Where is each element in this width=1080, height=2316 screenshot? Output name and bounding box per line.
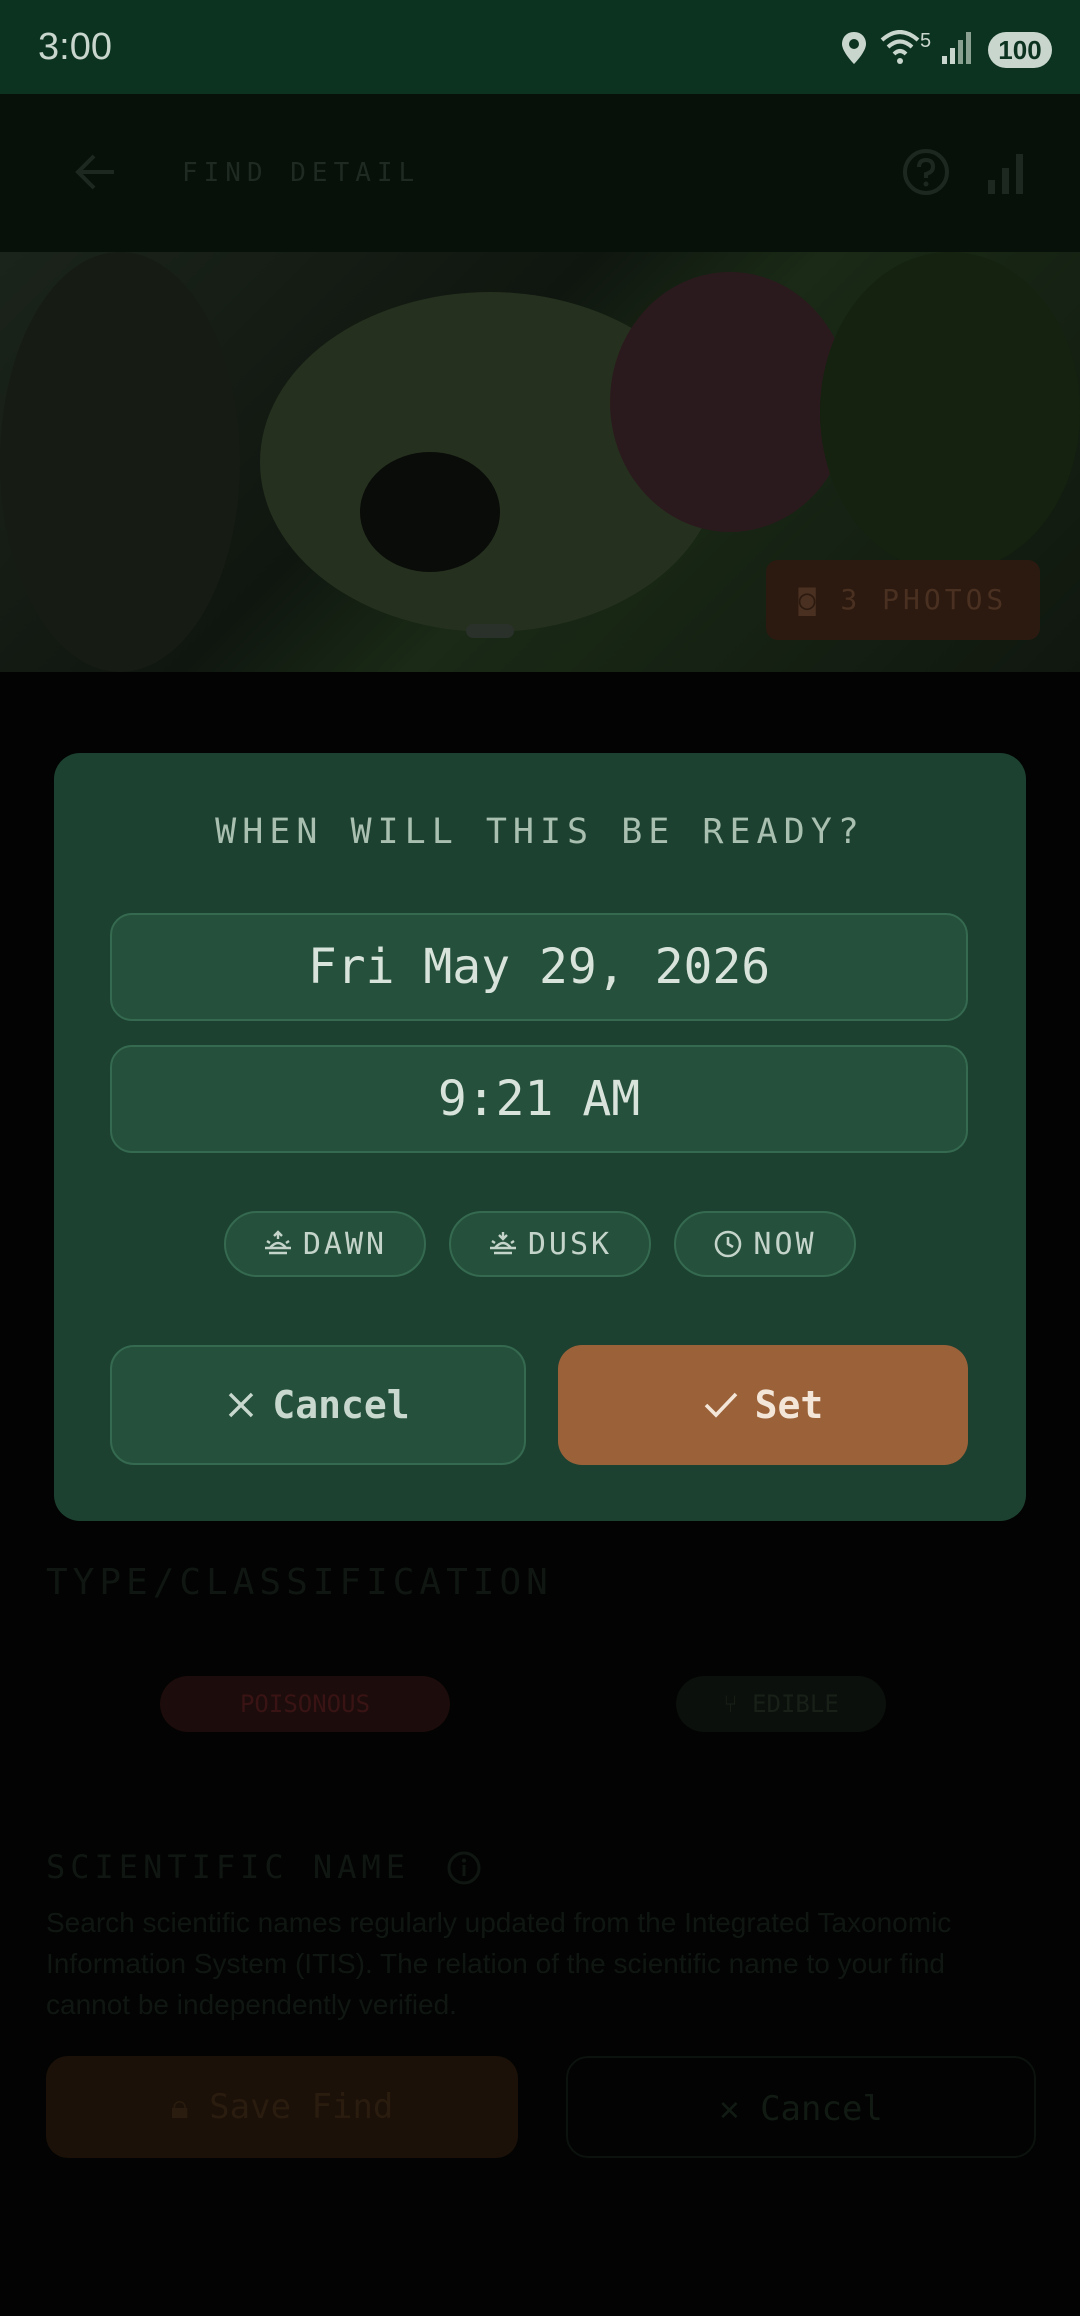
- app-title: FIND DETAIL: [182, 158, 421, 188]
- poisonous-chip[interactable]: POISONOUS: [160, 1676, 450, 1732]
- sunset-icon: [489, 1232, 516, 1255]
- now-chip[interactable]: NOW: [674, 1211, 856, 1277]
- set-label: Set: [754, 1383, 824, 1427]
- clock-icon: [715, 1230, 742, 1258]
- save-find-button[interactable]: 🔒︎ Save Find: [46, 2056, 518, 2158]
- type-classification-heading: TYPE/CLASSIFICATION: [46, 1562, 553, 1603]
- time-field[interactable]: 9:21 AM: [110, 1045, 968, 1153]
- cancel-label: Cancel: [272, 1383, 410, 1427]
- background-cancel-label: Cancel: [760, 2089, 883, 2129]
- now-label: NOW: [753, 1226, 817, 1262]
- carousel-indicator: [466, 624, 514, 638]
- battery-indicator: 100: [988, 32, 1052, 68]
- close-icon: [229, 1392, 254, 1418]
- stats-icon[interactable]: [986, 148, 1026, 196]
- date-field[interactable]: Fri May 29, 2026: [110, 913, 968, 1021]
- help-icon[interactable]: [902, 148, 950, 196]
- info-icon[interactable]: [446, 1850, 482, 1886]
- background-cancel-button[interactable]: ✕ Cancel: [566, 2056, 1036, 2158]
- status-time: 3:00: [38, 26, 112, 68]
- sunrise-icon: [264, 1230, 291, 1255]
- dialog-title: WHEN WILL THIS BE READY?: [215, 812, 865, 852]
- network-type: 5: [920, 30, 932, 52]
- scientific-name-description: Search scientific names regularly update…: [46, 1907, 952, 2020]
- back-arrow-icon[interactable]: [74, 150, 118, 194]
- dawn-chip[interactable]: DAWN: [224, 1211, 426, 1277]
- set-button[interactable]: Set: [558, 1345, 968, 1465]
- dusk-label: DUSK: [527, 1226, 613, 1262]
- close-icon: ✕: [719, 2089, 761, 2129]
- fork-knife-icon: ⑂: [723, 1690, 753, 1718]
- save-find-label: Save Find: [209, 2087, 394, 2127]
- lock-icon: 🔒︎: [170, 2087, 210, 2127]
- dusk-chip[interactable]: DUSK: [449, 1211, 651, 1277]
- edible-chip[interactable]: ⑂ EDIBLE: [676, 1676, 886, 1732]
- status-bar: 3:00 5 100: [0, 0, 1080, 94]
- edible-chip-label: EDIBLE: [752, 1690, 839, 1718]
- poisonous-chip-label: POISONOUS: [239, 1690, 371, 1718]
- photos-count-label: 3 PHOTOS: [840, 583, 1008, 616]
- camera-icon: ◙: [798, 583, 841, 616]
- location-icon: [842, 32, 866, 64]
- checkmark-icon: [704, 1392, 737, 1418]
- signal-icon: [942, 32, 971, 64]
- scientific-name-heading: SCIENTIFIC NAME: [46, 1848, 410, 1886]
- cancel-button[interactable]: Cancel: [110, 1345, 526, 1465]
- photos-count-button[interactable]: ◙ 3 PHOTOS: [766, 560, 1040, 640]
- dawn-label: DAWN: [302, 1226, 388, 1262]
